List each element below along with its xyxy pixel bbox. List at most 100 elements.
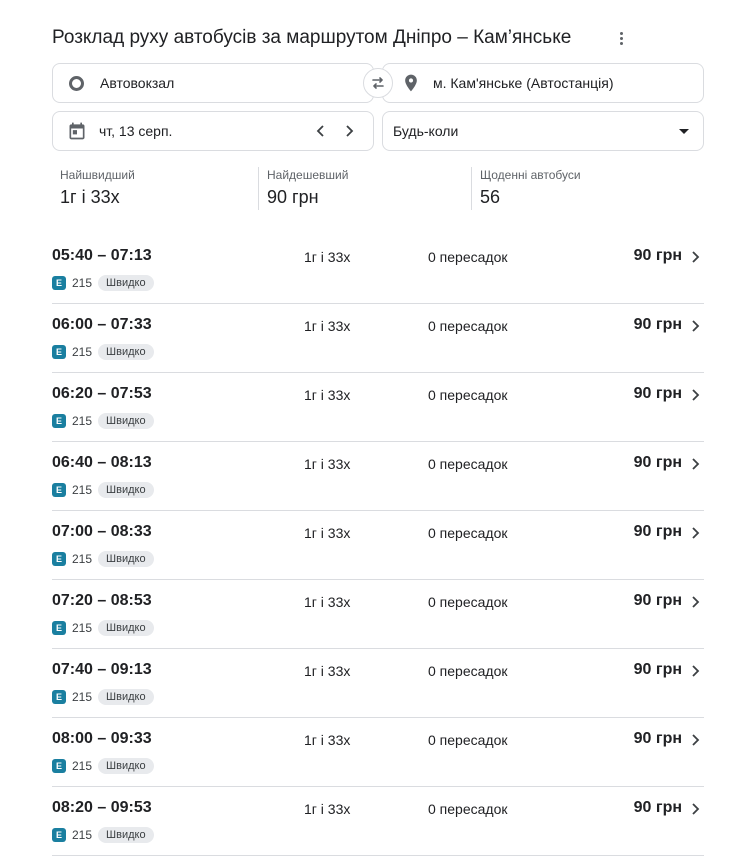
trip-duration: 1г і 33х [304,456,351,472]
trip-transfers: 0 пересадок [428,249,508,265]
date-field[interactable]: чт, 13 серп. [52,111,374,151]
speed-badge: Швидко [98,689,154,705]
trip-price: 90 грн [633,799,682,816]
stat-label: Найдешевший [267,168,349,182]
trip-row[interactable]: 07:20 – 08:53 1г і 33х 0 пересадок 90 гр… [52,580,704,649]
chevron-right-icon [692,665,700,677]
operator-logo: E [52,828,66,842]
stat-daily-buses: Щоденні автобуси 56 [480,168,581,208]
trip-route: E 215 Швидко [52,275,154,291]
trip-times: 08:00 – 09:33 [52,730,152,747]
trip-transfers: 0 пересадок [428,318,508,334]
chevron-right-icon [346,125,354,137]
header: Розклад руху автобусів за маршрутом Дніп… [52,26,652,50]
trip-route: E 215 Швидко [52,551,154,567]
operator-logo: E [52,759,66,773]
trip-times: 06:00 – 07:33 [52,316,152,333]
trip-transfers: 0 пересадок [428,594,508,610]
trip-price: 90 грн [633,592,682,609]
route-number: 215 [72,759,93,773]
trip-duration: 1г і 33х [304,318,351,334]
next-date-button[interactable] [341,123,357,139]
time-select[interactable]: Будь-коли [382,111,704,151]
trip-price: 90 грн [633,247,682,264]
route-number: 215 [72,828,93,842]
stat-cheapest: Найдешевший 90 грн [267,168,348,208]
trip-transfers: 0 пересадок [428,456,508,472]
trip-list: 05:40 – 07:13 1г і 33х 0 пересадок 90 гр… [52,235,704,856]
page-title: Розклад руху автобусів за маршрутом Дніп… [52,27,572,48]
trip-price: 90 грн [633,730,682,747]
trip-row[interactable]: 07:00 – 08:33 1г і 33х 0 пересадок 90 гр… [52,511,704,580]
speed-badge: Швидко [98,758,154,774]
trip-row[interactable]: 06:40 – 08:13 1г і 33х 0 пересадок 90 гр… [52,442,704,511]
stat-value: 56 [480,187,501,207]
trip-route: E 215 Швидко [52,620,154,636]
chevron-right-icon [692,389,700,401]
swap-arrows-icon [372,77,384,89]
speed-badge: Швидко [98,413,154,429]
speed-badge: Швидко [98,344,154,360]
chevron-right-icon [692,251,700,263]
trip-route: E 215 Швидко [52,482,154,498]
time-value: Будь-коли [393,123,459,139]
trip-times: 07:00 – 08:33 [52,523,152,540]
trip-transfers: 0 пересадок [428,801,508,817]
trip-times: 06:40 – 08:13 [52,454,152,471]
operator-logo: E [52,552,66,566]
trip-transfers: 0 пересадок [428,525,508,541]
trip-row[interactable]: 08:00 – 09:33 1г і 33х 0 пересадок 90 гр… [52,718,704,787]
trip-row[interactable]: 06:20 – 07:53 1г і 33х 0 пересадок 90 гр… [52,373,704,442]
trip-row[interactable]: 08:20 – 09:53 1г і 33х 0 пересадок 90 гр… [52,787,704,856]
trip-duration: 1г і 33х [304,387,351,403]
trip-route: E 215 Швидко [52,344,154,360]
destination-value: м. Кам'янське (Автостанція) [433,75,614,91]
route-number: 215 [72,345,93,359]
trip-duration: 1г і 33х [304,663,351,679]
date-value: чт, 13 серп. [99,123,173,139]
divider [258,167,259,210]
trip-times: 06:20 – 07:53 [52,385,152,402]
trip-transfers: 0 пересадок [428,663,508,679]
trip-duration: 1г і 33х [304,801,351,817]
speed-badge: Швидко [98,827,154,843]
operator-logo: E [52,690,66,704]
trip-times: 07:20 – 08:53 [52,592,152,609]
origin-field[interactable]: Автовокзал [52,63,374,103]
stat-value: 1г і 33х [60,187,120,207]
swap-button[interactable] [363,68,393,98]
chevron-right-icon [692,527,700,539]
chevron-right-icon [692,320,700,332]
trip-duration: 1г і 33х [304,249,351,265]
trip-times: 05:40 – 07:13 [52,247,152,264]
operator-logo: E [52,483,66,497]
trip-route: E 215 Швидко [52,827,154,843]
trip-route: E 215 Швидко [52,689,154,705]
trip-price: 90 грн [633,661,682,678]
trip-price: 90 грн [633,316,682,333]
trip-row[interactable]: 07:40 – 09:13 1г і 33х 0 пересадок 90 гр… [52,649,704,718]
route-number: 215 [72,690,93,704]
destination-field[interactable]: м. Кам'янське (Автостанція) [382,63,704,103]
operator-logo: E [52,345,66,359]
stat-label: Найшвидший [60,168,135,182]
circle-icon [69,75,84,91]
prev-date-button[interactable] [313,123,329,139]
trip-row[interactable]: 06:00 – 07:33 1г і 33х 0 пересадок 90 гр… [52,304,704,373]
more-vert-icon[interactable] [616,28,626,48]
location-pin-icon [405,74,417,92]
trip-row[interactable]: 05:40 – 07:13 1г і 33х 0 пересадок 90 гр… [52,235,704,304]
speed-badge: Швидко [98,551,154,567]
route-number: 215 [72,483,93,497]
trip-price: 90 грн [633,523,682,540]
divider [471,167,472,210]
trip-transfers: 0 пересадок [428,387,508,403]
route-number: 215 [72,552,93,566]
stat-label: Щоденні автобуси [480,168,581,182]
chevron-right-icon [692,596,700,608]
operator-logo: E [52,621,66,635]
chevron-right-icon [692,734,700,746]
operator-logo: E [52,414,66,428]
chevron-right-icon [692,803,700,815]
trip-transfers: 0 пересадок [428,732,508,748]
